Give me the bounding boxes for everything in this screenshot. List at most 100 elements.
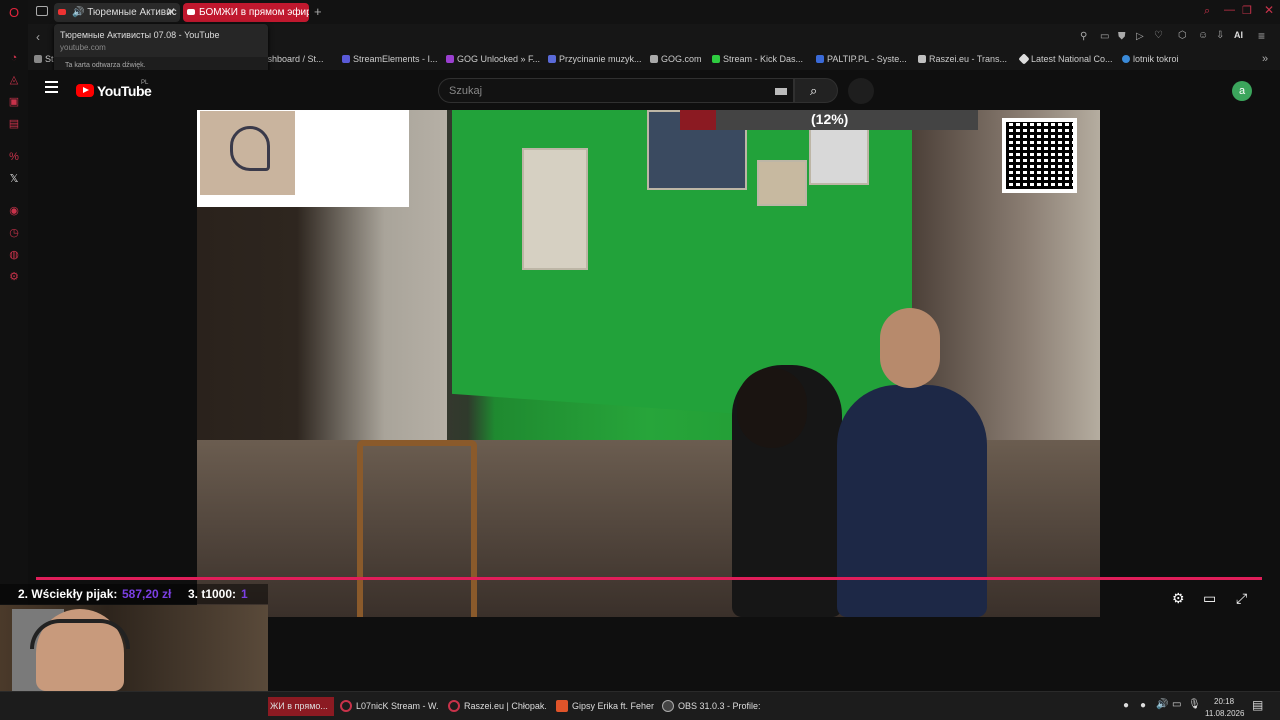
volume-icon[interactable]: 🔊: [1156, 699, 1168, 710]
keyboard-icon[interactable]: [775, 88, 787, 95]
percent-icon[interactable]: %: [7, 150, 21, 164]
search-input[interactable]: Szukaj: [438, 78, 794, 103]
close-window-icon[interactable]: ✕: [1264, 3, 1274, 17]
bookmark-item[interactable]: GOG.com: [650, 54, 702, 64]
menu-icon[interactable]: ≡: [1258, 29, 1265, 43]
qr-code: [1002, 118, 1077, 193]
settings-icon[interactable]: ⚙: [7, 270, 21, 284]
microphone-icon[interactable]: 🎙: [1188, 699, 1201, 710]
video-scene-frame: [757, 160, 807, 206]
video-scene-photo: [809, 125, 869, 185]
fullscreen-icon[interactable]: ⤢: [1236, 590, 1247, 607]
bookmark-item[interactable]: St: [34, 54, 54, 64]
bookmark-item[interactable]: StreamElements - I...: [342, 54, 438, 64]
network-icon[interactable]: ▭: [1172, 699, 1181, 710]
video-scene-person-woman-head: [737, 368, 807, 448]
snapshot-icon[interactable]: ▭: [1100, 31, 1109, 42]
settings-gear-icon[interactable]: ⚙: [1172, 590, 1185, 607]
tab-menu-icon[interactable]: [36, 6, 48, 16]
opera-logo-icon[interactable]: O: [7, 6, 21, 20]
gog-unlocked-icon: [446, 55, 454, 63]
bookmark-item[interactable]: Stream - Kick Das...: [712, 54, 803, 64]
whatsapp-icon[interactable]: ▤: [7, 117, 21, 131]
taskbar-item[interactable]: OBS 31.0.3 - Profile:...: [660, 697, 760, 716]
leaderboard-entry-2-amount: 587,20 zł: [122, 587, 172, 601]
speaker-icon[interactable]: 🔊: [72, 7, 87, 18]
leaderboard-entry-3-name: 3. t1000:: [188, 587, 237, 601]
player-icon[interactable]: ◉: [7, 204, 21, 218]
bookmark-item[interactable]: lotnik tokroi: [1122, 54, 1179, 64]
obs-taskbar-icon: [662, 700, 674, 712]
rooster-tattoo-image: [200, 111, 295, 195]
aria-icon[interactable]: ◔: [7, 51, 21, 65]
notifications-icon[interactable]: ▤: [1252, 698, 1263, 712]
bookmark-label: GOG.com: [661, 54, 702, 64]
tray-app-icon[interactable]: ●: [1123, 700, 1129, 711]
video-scene-person-man-head: [880, 308, 940, 388]
youtube-logo-icon[interactable]: [76, 84, 94, 97]
search-tabs-icon[interactable]: ⌕: [1204, 5, 1210, 18]
bookmark-label: StreamElements - I...: [353, 54, 438, 64]
bookmark-icon[interactable]: ⚲: [1080, 31, 1087, 42]
extensions-icon[interactable]: ⬡: [1178, 30, 1187, 41]
maximize-icon[interactable]: ❐: [1242, 4, 1252, 17]
tray-app-icon[interactable]: ●: [1140, 700, 1146, 711]
tooltip-audio-note: Ta karta odtwarza dźwięk.: [65, 62, 146, 69]
back-icon[interactable]: ‹: [36, 30, 40, 44]
bookmark-label: PALTIP.PL - Syste...: [827, 54, 907, 64]
opera-taskbar-icon: [340, 700, 352, 712]
bookmark-item[interactable]: Raszei.eu - Trans...: [918, 54, 1007, 64]
taskbar-item[interactable]: L07nicK Stream - W...: [338, 697, 438, 716]
profile-icon[interactable]: ☺: [1198, 30, 1208, 41]
taskbar-item-label: ЖИ в прямо...: [270, 701, 328, 711]
bookmark-item[interactable]: Latest National Co...: [1018, 53, 1113, 65]
opera-taskbar-icon: [448, 700, 460, 712]
search-button[interactable]: ⌕: [794, 78, 838, 103]
bookmark-label: lotnik tokroi: [1133, 54, 1179, 64]
workspace-icon[interactable]: ◬: [7, 73, 21, 87]
video-scene-person-man: [837, 385, 987, 617]
bookmark-item[interactable]: GOG Unlocked » F...: [446, 54, 540, 64]
play-icon[interactable]: ▷: [1136, 31, 1144, 42]
tab-second[interactable]: БОМЖИ в прямом эфире: [183, 3, 309, 22]
taskbar-item[interactable]: Raszei.eu | Chłopak...: [446, 697, 546, 716]
bookmark-label: GOG Unlocked » F...: [457, 54, 541, 64]
more-bookmarks-icon[interactable]: »: [1262, 53, 1268, 65]
download-icon[interactable]: ⇩: [1216, 30, 1224, 41]
clock-date[interactable]: 11.08.2026: [1205, 709, 1244, 718]
minimize-icon[interactable]: —: [1224, 4, 1235, 16]
hamburger-menu-icon[interactable]: [45, 81, 58, 83]
donation-goal-percent: (12%): [811, 111, 849, 127]
youtube-favicon-icon: [187, 9, 195, 15]
bookmark-label: Raszei.eu - Trans...: [929, 54, 1008, 64]
pinboard-icon[interactable]: ◍: [7, 248, 21, 262]
taskbar-item[interactable]: Gipsy Erika ft. Feher...: [554, 697, 654, 716]
shield-icon[interactable]: ⛊: [1118, 31, 1126, 42]
avatar[interactable]: a: [1232, 81, 1252, 101]
streamer-webcam: [0, 605, 268, 691]
close-tab-icon[interactable]: ✕: [166, 5, 176, 19]
clock-time[interactable]: 20:18: [1214, 697, 1234, 706]
brave-taskbar-icon: [556, 700, 568, 712]
bookmark-favicon-icon: [34, 55, 42, 63]
search-placeholder: Szukaj: [449, 85, 483, 97]
webcam-headphones: [30, 619, 130, 649]
taskbar-item[interactable]: ЖИ в прямо...: [268, 697, 334, 716]
bookmark-label: Latest National Co...: [1031, 54, 1113, 64]
heart-icon[interactable]: ♡: [1154, 30, 1163, 41]
qr-code-pattern: [1006, 122, 1073, 189]
bookmark-item[interactable]: PALTIP.PL - Syste...: [816, 54, 907, 64]
x-icon[interactable]: 𝕏: [7, 172, 21, 186]
history-icon[interactable]: ◷: [7, 226, 21, 240]
new-tab-button[interactable]: +: [314, 4, 322, 19]
paltip-icon: [816, 55, 824, 63]
bookmark-item[interactable]: Przycinanie muzyk...: [548, 54, 642, 64]
tooltip-title: Тюремные Активисты 07.08 - YouTube: [60, 30, 220, 40]
tab-active[interactable]: 🔊 Тюремные Активис: [54, 3, 180, 22]
leaderboard-entry-2-name: 2. Wściekły pijak:: [18, 587, 118, 601]
theater-mode-icon[interactable]: ▭: [1203, 590, 1216, 607]
ai-button[interactable]: AI: [1234, 30, 1243, 40]
video-progress-bar[interactable]: [36, 577, 1262, 580]
messenger-icon[interactable]: ▣: [7, 95, 21, 109]
voice-search-button[interactable]: [848, 78, 874, 104]
